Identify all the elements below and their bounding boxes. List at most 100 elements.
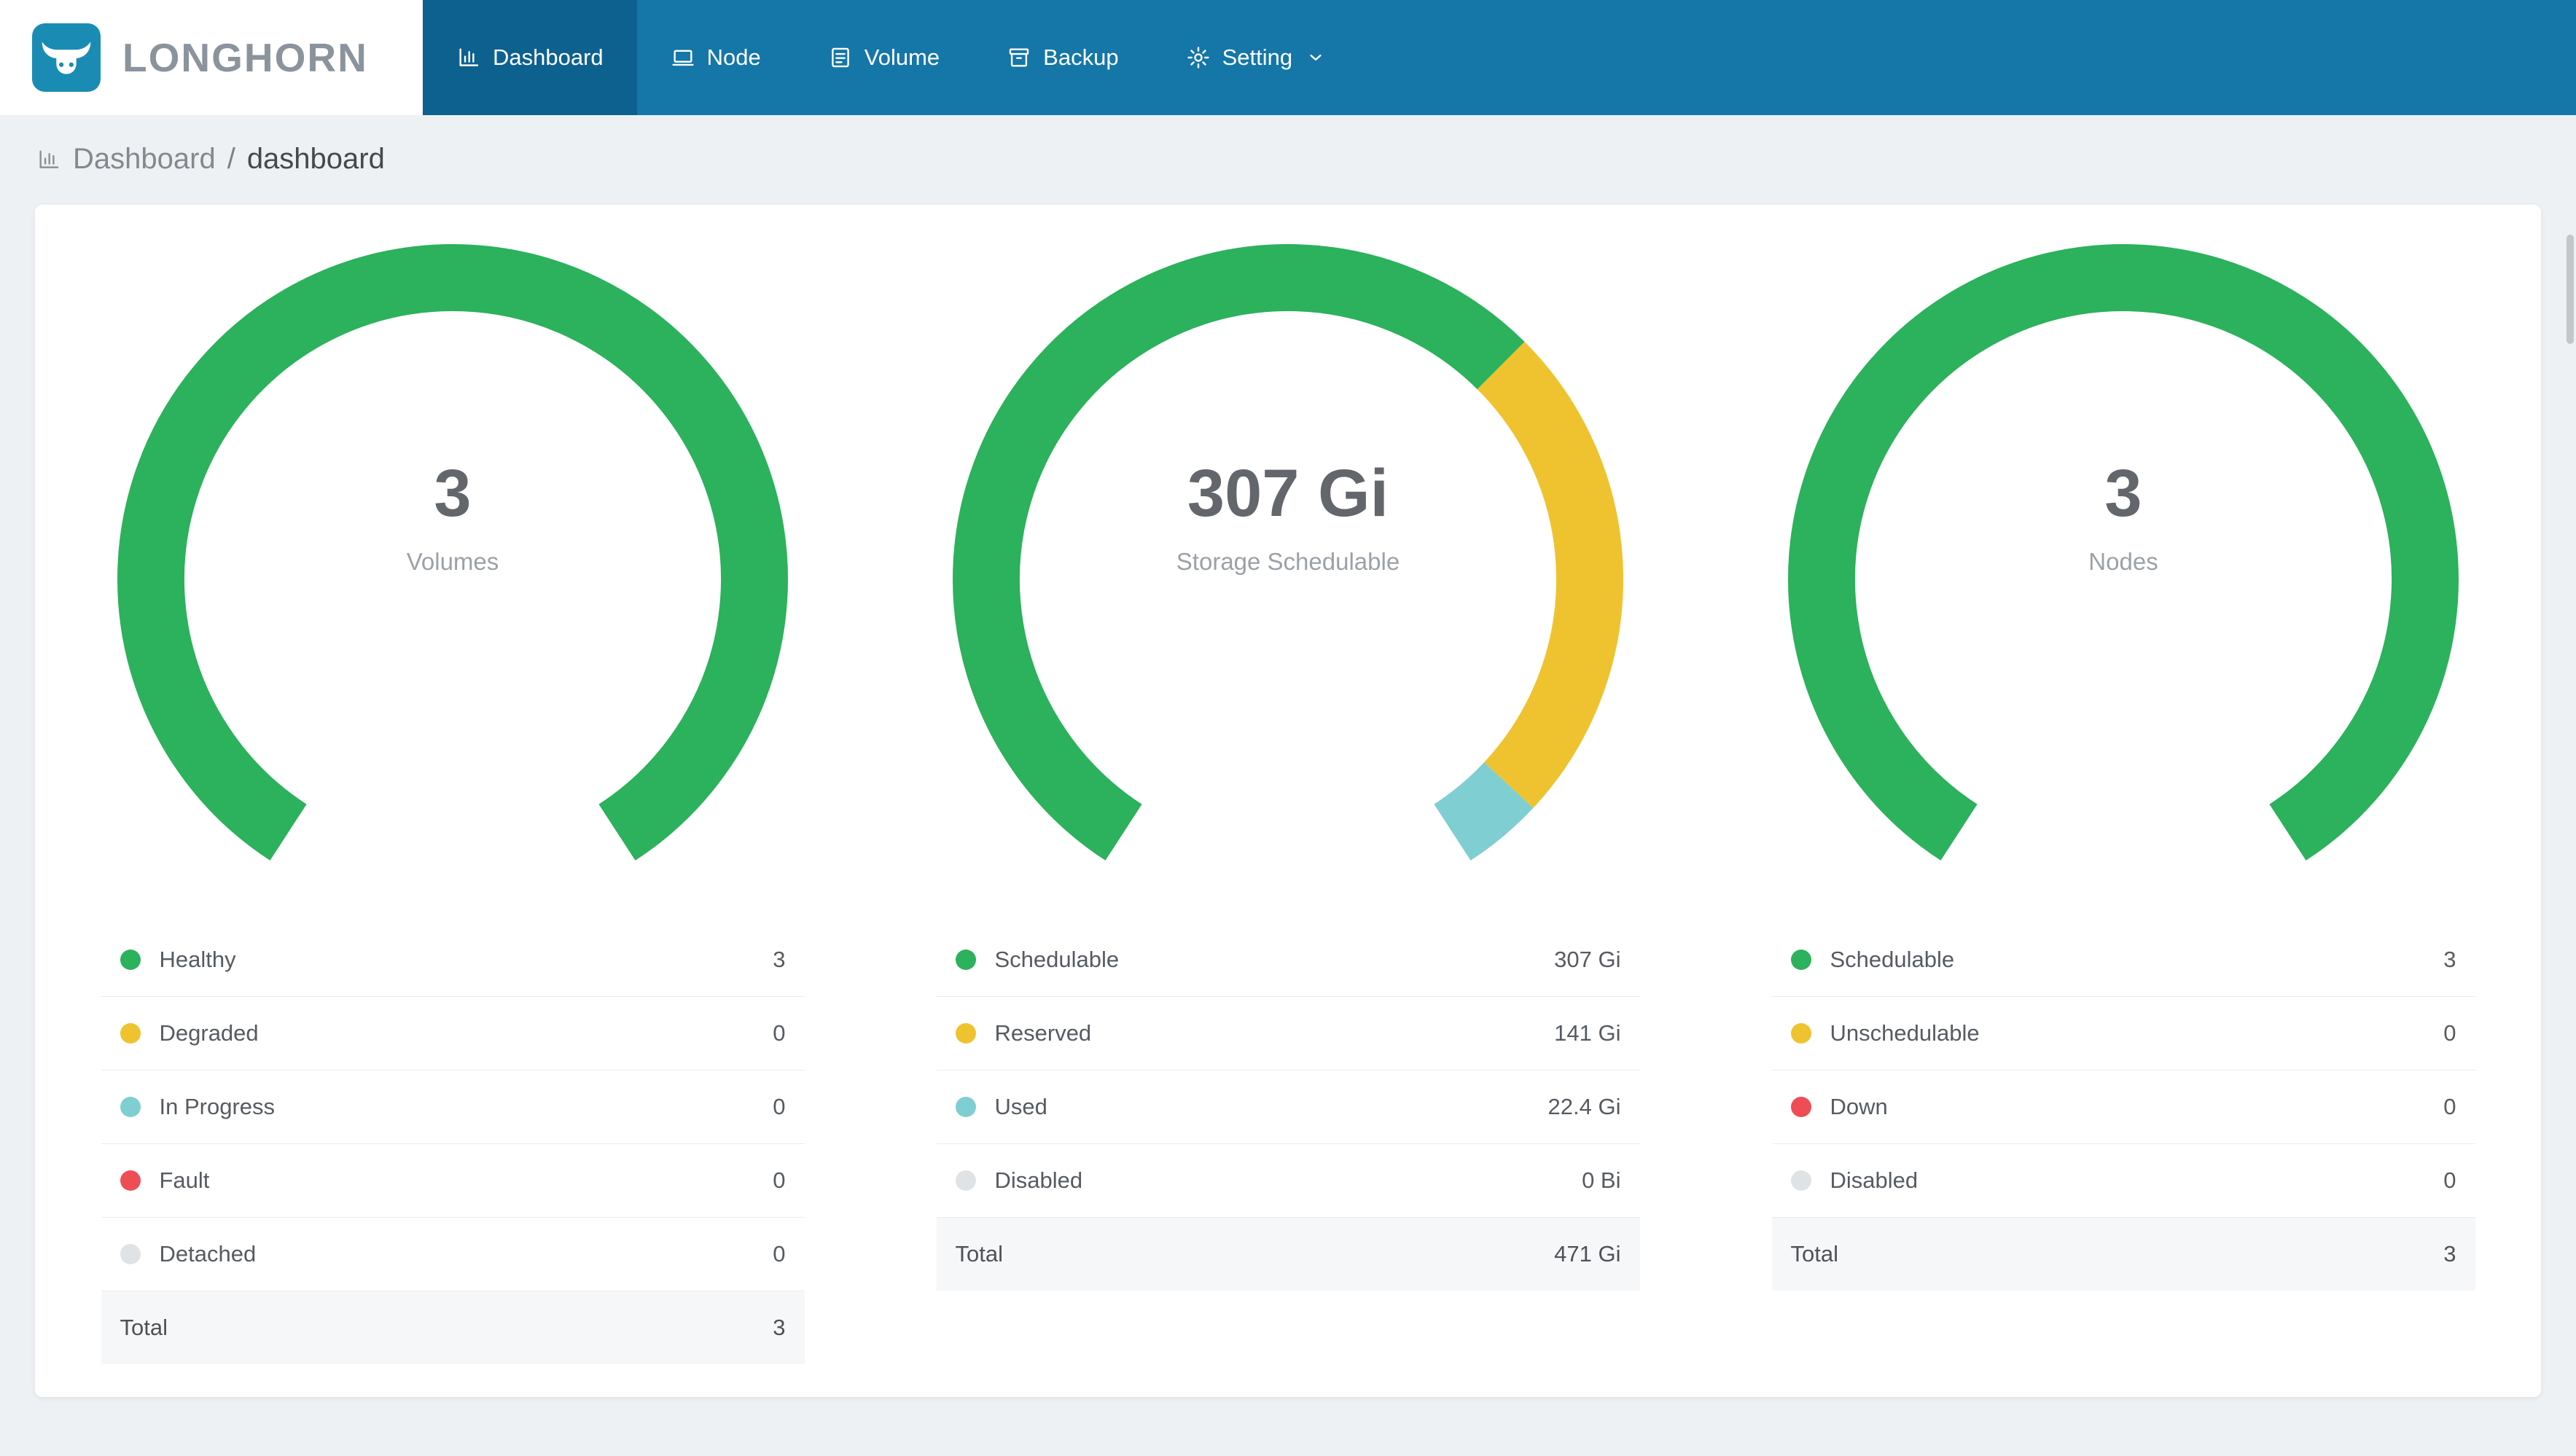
legend-value: 0 bbox=[773, 1167, 786, 1193]
total-label: Total bbox=[1790, 1241, 1838, 1267]
legend-dot bbox=[120, 1244, 141, 1264]
legend-value: 141 Gi bbox=[1554, 1020, 1621, 1046]
gauge-segment-reserved bbox=[1477, 342, 1623, 808]
total-value: 3 bbox=[773, 1315, 786, 1340]
legend-row: Reserved 141 Gi bbox=[936, 997, 1640, 1071]
legend-dot bbox=[120, 1170, 141, 1191]
nav-item-dashboard[interactable]: Dashboard bbox=[423, 0, 637, 115]
dashboard-icon bbox=[39, 149, 59, 168]
nav-label: Setting bbox=[1222, 44, 1293, 70]
vertical-scrollbar[interactable] bbox=[2567, 235, 2574, 344]
dashboard-icon bbox=[459, 48, 479, 66]
legend-label: Disabled bbox=[994, 1167, 1083, 1193]
nav-item-backup[interactable]: Backup bbox=[973, 0, 1152, 115]
legend-value: 3 bbox=[773, 947, 786, 972]
legend-dot bbox=[955, 1170, 976, 1191]
legend-row: Disabled 0 Bi bbox=[936, 1144, 1640, 1218]
backup-icon bbox=[1009, 48, 1029, 67]
nodes-gauge: 3 Nodes bbox=[1781, 237, 2466, 922]
nav-label: Node bbox=[706, 44, 761, 70]
volume-icon bbox=[831, 47, 849, 68]
legend-row: In Progress 0 bbox=[101, 1071, 805, 1144]
nodes-panel: 3 Nodes Schedulable 3 Unschedulable 0 Do… bbox=[1706, 237, 2541, 1343]
legend-label: Detached bbox=[159, 1241, 257, 1267]
legend-row: Schedulable 3 bbox=[1771, 923, 2475, 997]
gauge-segment-schedulable bbox=[1788, 244, 2459, 861]
legend-row: Schedulable 307 Gi bbox=[936, 923, 1640, 997]
legend-total-row: Total 471 Gi bbox=[936, 1218, 1640, 1291]
storage-gauge-chart bbox=[953, 244, 1623, 861]
legend-row: Healthy 3 bbox=[101, 923, 805, 997]
main-nav: Dashboard Node Volume Backup Setting bbox=[423, 0, 2576, 115]
volumes-gauge: 3 Volumes bbox=[110, 237, 795, 922]
legend-value: 0 Bi bbox=[1582, 1167, 1621, 1193]
legend-dot bbox=[1790, 1023, 1811, 1044]
legend-row: Detached 0 bbox=[101, 1218, 805, 1291]
nodes-legend-table: Schedulable 3 Unschedulable 0 Down 0 Dis… bbox=[1771, 923, 2475, 1291]
total-value: 471 Gi bbox=[1554, 1241, 1621, 1267]
legend-dot bbox=[955, 1097, 976, 1117]
breadcrumb-separator: / bbox=[227, 143, 235, 175]
nav-item-volume[interactable]: Volume bbox=[795, 0, 973, 115]
legend-value: 22.4 Gi bbox=[1547, 1094, 1621, 1119]
gauge-segment-schedulable bbox=[953, 244, 1525, 861]
legend-label: Healthy bbox=[159, 947, 236, 972]
legend-label: In Progress bbox=[159, 1094, 276, 1119]
legend-row: Used 22.4 Gi bbox=[936, 1071, 1640, 1144]
setting-icon bbox=[1187, 47, 1209, 69]
legend-dot bbox=[955, 1023, 976, 1044]
nav-item-setting[interactable]: Setting bbox=[1152, 0, 1360, 115]
volumes-gauge-chart bbox=[117, 244, 788, 861]
legend-value: 0 bbox=[773, 1020, 786, 1046]
legend-dot bbox=[120, 1097, 141, 1117]
volumes-panel: 3 Volumes Healthy 3 Degraded 0 In Progre… bbox=[35, 237, 870, 1364]
breadcrumb-section[interactable]: Dashboard bbox=[73, 143, 216, 176]
nav-item-node[interactable]: Node bbox=[637, 0, 795, 115]
nav-label: Volume bbox=[864, 44, 940, 70]
total-label: Total bbox=[120, 1315, 168, 1340]
brand-logo[interactable]: LONGHORN bbox=[0, 0, 423, 115]
legend-dot bbox=[120, 1023, 141, 1044]
legend-value: 0 bbox=[773, 1241, 786, 1267]
legend-dot bbox=[955, 950, 976, 970]
longhorn-bull-icon bbox=[32, 23, 101, 92]
chevron-down-icon bbox=[1310, 54, 1322, 61]
gauge-segment-healthy bbox=[117, 244, 788, 861]
legend-label: Reserved bbox=[994, 1020, 1092, 1046]
legend-total-row: Total 3 bbox=[101, 1291, 805, 1364]
dashboard-card: 3 Volumes Healthy 3 Degraded 0 In Progre… bbox=[35, 205, 2541, 1397]
node-icon bbox=[671, 50, 694, 66]
legend-label: Fault bbox=[159, 1167, 210, 1193]
legend-value: 3 bbox=[2443, 947, 2456, 972]
legend-value: 0 bbox=[773, 1094, 786, 1119]
nav-label: Backup bbox=[1043, 44, 1119, 70]
legend-value: 0 bbox=[2443, 1167, 2456, 1193]
total-label: Total bbox=[955, 1241, 1003, 1267]
legend-row: Fault 0 bbox=[101, 1144, 805, 1218]
total-value: 3 bbox=[2443, 1241, 2456, 1267]
breadcrumb-current-page: dashboard bbox=[246, 143, 385, 175]
storage-panel: 307 Gi Storage Schedulable Schedulable 3… bbox=[870, 237, 1706, 1343]
gauge-segment-used bbox=[1433, 762, 1534, 861]
nodes-gauge-chart bbox=[1788, 244, 2459, 861]
legend-row: Disabled 0 bbox=[1771, 1144, 2475, 1218]
legend-label: Down bbox=[1830, 1094, 1888, 1119]
volumes-legend-table: Healthy 3 Degraded 0 In Progress 0 Fault… bbox=[101, 923, 805, 1364]
legend-label: Schedulable bbox=[1830, 947, 1955, 972]
legend-label: Degraded bbox=[159, 1020, 259, 1046]
legend-label: Schedulable bbox=[994, 947, 1120, 972]
legend-value: 0 bbox=[2443, 1020, 2456, 1046]
legend-row: Degraded 0 bbox=[101, 997, 805, 1071]
legend-dot bbox=[120, 950, 141, 970]
top-navbar: LONGHORN Dashboard Node Volume Backup Se… bbox=[0, 0, 2576, 115]
storage-gauge: 307 Gi Storage Schedulable bbox=[945, 237, 1631, 922]
legend-label: Used bbox=[994, 1094, 1047, 1119]
legend-row: Unschedulable 0 bbox=[1771, 997, 2475, 1071]
storage-legend-table: Schedulable 307 Gi Reserved 141 Gi Used … bbox=[936, 923, 1640, 1291]
legend-label: Disabled bbox=[1830, 1167, 1919, 1193]
legend-total-row: Total 3 bbox=[1771, 1218, 2475, 1291]
legend-dot bbox=[1790, 950, 1811, 970]
legend-dot bbox=[1790, 1170, 1811, 1191]
brand-name: LONGHORN bbox=[122, 35, 368, 80]
nav-label: Dashboard bbox=[493, 44, 604, 70]
